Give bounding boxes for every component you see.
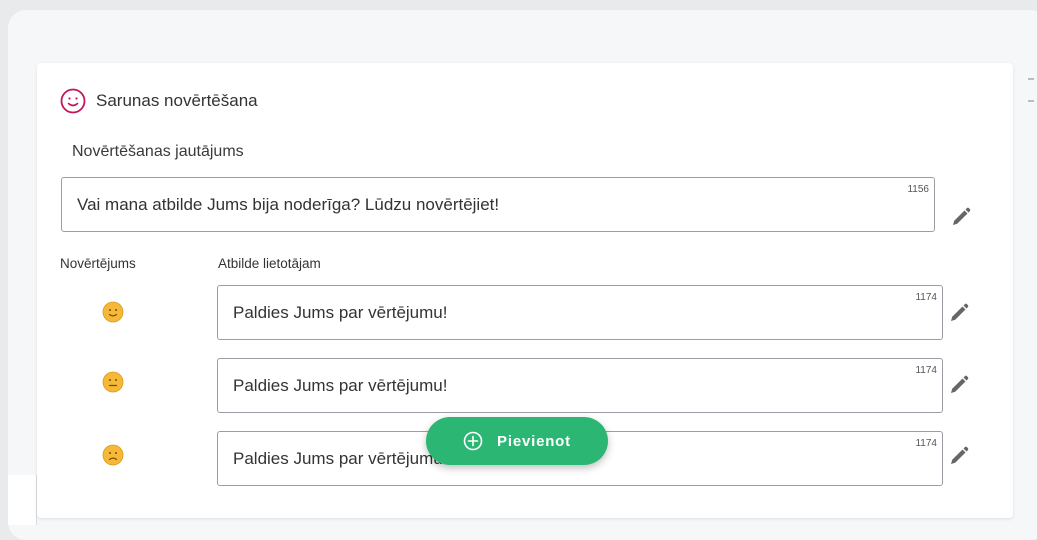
question-label: Novērtēšanas jautājums bbox=[72, 143, 244, 160]
pencil-icon[interactable] bbox=[948, 302, 970, 324]
reply-input[interactable]: Paldies Jums par vērtējumu! 1174 bbox=[217, 358, 943, 413]
reply-input-value: Paldies Jums par vērtējumu! bbox=[233, 375, 448, 395]
add-button-label: Pievienot bbox=[497, 432, 571, 450]
add-button[interactable]: Pievienot bbox=[426, 417, 608, 465]
character-counter: 1174 bbox=[915, 292, 937, 303]
resize-handle[interactable] bbox=[1028, 78, 1037, 128]
question-input[interactable]: Vai mana atbilde Jums bija noderīga? Lūd… bbox=[61, 177, 935, 232]
pencil-icon[interactable] bbox=[950, 206, 972, 228]
left-panel-edge bbox=[8, 475, 37, 525]
reply-input[interactable]: Paldies Jums par vērtējumu! 1174 bbox=[217, 285, 943, 340]
frowning-face-icon bbox=[102, 444, 124, 466]
smile-icon bbox=[60, 88, 86, 114]
plus-circle-icon bbox=[463, 431, 483, 451]
neutral-face-icon bbox=[102, 371, 124, 393]
reply-input-value: Paldies Jums par vērtējumu! bbox=[233, 448, 448, 468]
reply-input-value: Paldies Jums par vērtējumu! bbox=[233, 302, 448, 322]
section-header: Sarunas novērtēšana bbox=[60, 88, 258, 114]
smiling-face-icon bbox=[102, 301, 124, 323]
rating-column-header: Novērtējums bbox=[60, 256, 136, 271]
reply-column-header: Atbilde lietotājam bbox=[218, 256, 321, 271]
pencil-icon[interactable] bbox=[948, 374, 970, 396]
question-input-value: Vai mana atbilde Jums bija noderīga? Lūd… bbox=[77, 194, 500, 214]
character-counter: 1156 bbox=[907, 184, 929, 195]
pencil-icon[interactable] bbox=[948, 445, 970, 467]
character-counter: 1174 bbox=[915, 438, 937, 449]
section-title: Sarunas novērtēšana bbox=[96, 91, 258, 110]
character-counter: 1174 bbox=[915, 365, 937, 376]
